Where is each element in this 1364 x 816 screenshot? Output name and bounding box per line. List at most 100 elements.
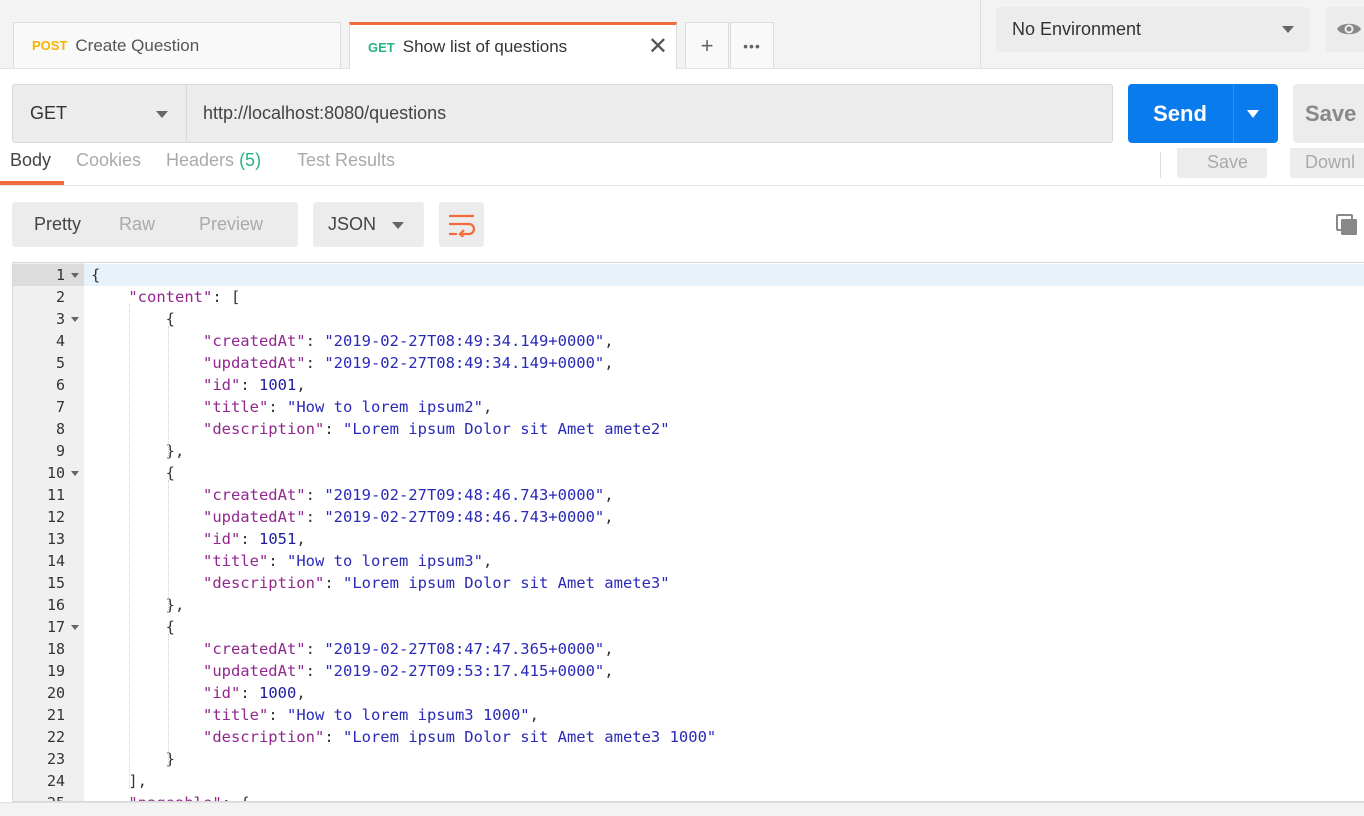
json-key: "description" <box>202 728 325 746</box>
json-key: "createdAt" <box>202 640 306 658</box>
tab-body[interactable]: Body <box>10 150 51 171</box>
json-punctuation: , <box>296 530 306 548</box>
code-text: { <box>91 264 100 286</box>
json-punctuation: : <box>324 728 343 746</box>
json-string: "How to lorem ipsum2" <box>286 398 483 416</box>
json-punctuation: : <box>305 354 325 372</box>
response-meta-divider <box>1160 152 1161 178</box>
environment-quick-look-button[interactable] <box>1326 7 1364 52</box>
fold-toggle-icon[interactable] <box>71 273 79 278</box>
fold-toggle-icon[interactable] <box>71 625 79 630</box>
view-raw-button[interactable]: Raw <box>119 214 155 235</box>
wrap-lines-button[interactable] <box>439 202 484 247</box>
tab-create-question[interactable]: POST Create Question <box>13 22 341 68</box>
send-label: Send <box>1153 100 1207 126</box>
request-tab-bar: POST Create Question GET Show list of qu… <box>0 0 1364 69</box>
code-line: 19 "updatedAt": "2019-02-27T09:53:17.415… <box>13 660 1364 682</box>
line-number: 12 <box>46 508 65 526</box>
code-line: 1{ <box>13 264 1364 286</box>
json-string: "Lorem ipsum Dolor sit Amet amete2" <box>342 420 670 438</box>
tab-headers[interactable]: Headers (5) <box>166 150 261 171</box>
code-line: 7 "title": "How to lorem ipsum2", <box>13 396 1364 418</box>
line-number: 6 <box>55 376 65 394</box>
line-number: 25 <box>13 792 65 801</box>
json-string: "How to lorem ipsum3" <box>286 552 483 570</box>
save-response-button[interactable]: Save <box>1177 148 1267 178</box>
json-punctuation: , <box>482 552 493 570</box>
send-button[interactable]: Send <box>1128 84 1278 143</box>
status-bar <box>0 802 1364 816</box>
code-line: 22 "description": "Lorem ipsum Dolor sit… <box>13 726 1364 748</box>
json-punctuation: : <box>268 552 287 570</box>
json-string: "Lorem ipsum Dolor sit Amet amete3 1000" <box>342 728 717 746</box>
tab-test-results[interactable]: Test Results <box>297 150 395 171</box>
json-key: "id" <box>202 376 241 394</box>
json-string: "How to lorem ipsum3 1000" <box>286 706 530 724</box>
json-punctuation: : <box>305 662 325 680</box>
json-punctuation: : <box>268 398 287 416</box>
response-body-editor[interactable]: 1{2 "content": [3 {4 "createdAt": "2019-… <box>12 262 1364 802</box>
code-line: 14 "title": "How to lorem ipsum3", <box>13 550 1364 572</box>
code-line: 16 }, <box>13 594 1364 616</box>
line-number: 14 <box>46 552 65 570</box>
json-string: "2019-02-27T08:49:34.149+0000" <box>324 354 605 372</box>
json-key: "content" <box>128 288 213 306</box>
indent-guide <box>129 304 130 788</box>
fold-toggle-icon[interactable] <box>71 317 79 322</box>
more-tabs-button[interactable]: ••• <box>730 22 774 68</box>
url-input[interactable]: http://localhost:8080/questions <box>187 84 1113 143</box>
copy-button[interactable] <box>1335 213 1359 242</box>
http-method-select[interactable]: GET <box>12 84 187 143</box>
line-number: 20 <box>46 684 65 702</box>
line-number: 8 <box>55 420 65 438</box>
json-number: 1000 <box>258 684 297 702</box>
json-punctuation: : <box>324 420 343 438</box>
code-text: "pageable": { <box>91 792 250 801</box>
send-options-chevron-icon[interactable] <box>1247 110 1259 118</box>
tab-cookies[interactable]: Cookies <box>76 150 141 171</box>
json-punctuation: : <box>305 508 325 526</box>
line-number: 10 <box>46 464 65 482</box>
json-punctuation: : <box>240 530 259 548</box>
code-text: "title": "How to lorem ipsum3 1000", <box>91 704 539 726</box>
close-icon[interactable]: ✕ <box>648 35 668 59</box>
code-line: 6 "id": 1001, <box>13 374 1364 396</box>
code-text: ], <box>91 770 147 792</box>
json-punctuation: : <box>305 640 325 658</box>
response-tabs: Body Cookies Headers (5) Test Results Sa… <box>0 148 1364 186</box>
json-punctuation: : [ <box>212 288 241 306</box>
code-line: 20 "id": 1000, <box>13 682 1364 704</box>
indent-guide <box>168 326 169 458</box>
request-bar: GET http://localhost:8080/questions Send… <box>0 69 1364 160</box>
json-key: "description" <box>202 420 325 438</box>
code-text: }, <box>91 594 185 616</box>
code-line: 12 "updatedAt": "2019-02-27T09:48:46.743… <box>13 506 1364 528</box>
code-line: 13 "id": 1051, <box>13 528 1364 550</box>
code-line: 18 "createdAt": "2019-02-27T08:47:47.365… <box>13 638 1364 660</box>
view-pretty-button[interactable]: Pretty <box>34 214 81 235</box>
code-line: 25 "pageable": { <box>13 792 1364 801</box>
save-button[interactable]: Save <box>1293 84 1364 143</box>
line-number: 24 <box>46 772 65 790</box>
json-punctuation: , <box>529 706 539 724</box>
json-punctuation: , <box>604 662 614 680</box>
line-number: 11 <box>46 486 65 504</box>
tab-show-list-of-questions[interactable]: GET Show list of questions ✕ <box>349 22 677 69</box>
json-punctuation: : { <box>222 794 250 801</box>
view-preview-button[interactable]: Preview <box>199 214 263 235</box>
code-text: "createdAt": "2019-02-27T09:48:46.743+00… <box>91 484 614 506</box>
code-text: } <box>91 748 175 770</box>
line-number: 4 <box>55 332 65 350</box>
fold-toggle-icon[interactable] <box>71 471 79 476</box>
code-text: }, <box>91 440 185 462</box>
format-select[interactable]: JSON <box>313 202 424 247</box>
environment-select[interactable]: No Environment <box>996 7 1310 52</box>
copy-icon <box>1336 214 1357 235</box>
json-punctuation: , <box>482 398 493 416</box>
download-button[interactable]: Downl <box>1290 148 1364 178</box>
new-tab-button[interactable]: + <box>685 22 729 68</box>
json-punctuation: , <box>604 640 614 658</box>
code-line: 8 "description": "Lorem ipsum Dolor sit … <box>13 418 1364 440</box>
line-number: 5 <box>55 354 65 372</box>
code-line: 21 "title": "How to lorem ipsum3 1000", <box>13 704 1364 726</box>
